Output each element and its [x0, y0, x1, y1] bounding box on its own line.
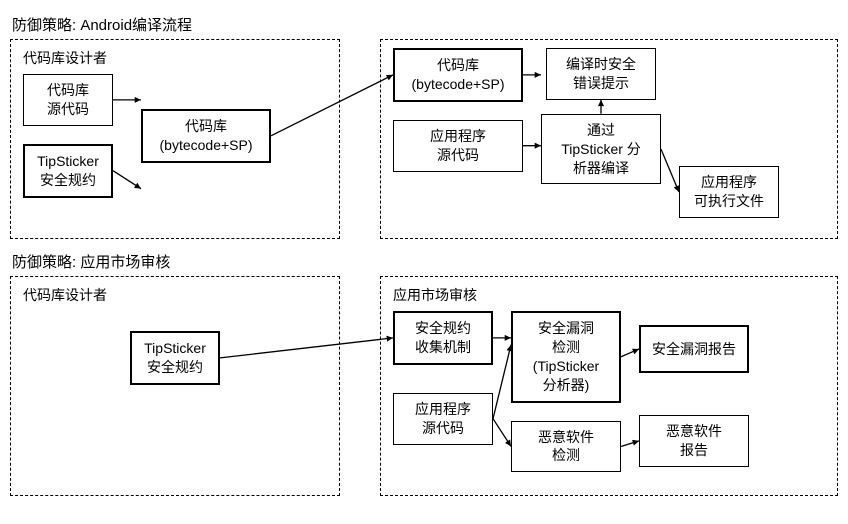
panel-label-2: 代码库设计者: [23, 285, 327, 305]
panel-code-designer-1: 代码库设计者 代码库 源代码 TipSticker 安全规约 代码库 (byte…: [10, 39, 340, 239]
panel-market-review: 应用市场审核 安全规约 收集机制 应用程序 源代码 安全漏洞 检测 (TipSt…: [380, 276, 838, 496]
box-compile-error: 编译时安全 错误提示: [546, 48, 656, 100]
box-vuln-detect: 安全漏洞 检测 (TipSticker 分析器): [511, 311, 621, 403]
box-spec-collect: 安全规约 收集机制: [393, 311, 493, 365]
box-compile-via-tipsticker: 通过 TipSticker 分 析器编译: [541, 114, 661, 185]
box-tipsticker-spec: TipSticker 安全规约: [23, 144, 113, 198]
box-vuln-report: 安全漏洞报告: [639, 325, 749, 373]
box-tipsticker-spec-2: TipSticker 安全规约: [130, 331, 220, 385]
box-app-source-2: 应用程序 源代码: [393, 393, 493, 445]
box-app-source: 应用程序 源代码: [393, 120, 523, 172]
section1-row: 代码库设计者 代码库 源代码 TipSticker 安全规约 代码库 (byte…: [10, 39, 838, 239]
panel-code-designer-2: 代码库设计者 TipSticker 安全规约: [10, 276, 340, 496]
section1-title: 防御策略: Android编译流程: [12, 14, 838, 35]
box-code-lib-bytecode-2: 代码库 (bytecode+SP): [393, 48, 523, 102]
panel-label-3: 应用市场审核: [393, 285, 825, 305]
panel-label-1: 代码库设计者: [23, 48, 327, 68]
box-code-lib-bytecode: 代码库 (bytecode+SP): [141, 109, 271, 163]
box-malware-report: 恶意软件 报告: [639, 415, 749, 467]
box-malware-detect: 恶意软件 检测: [511, 421, 621, 473]
panel-build-process: 代码库 (bytecode+SP) 应用程序 源代码 编译时安全 错误提示 通过…: [380, 39, 838, 239]
box-code-lib-source: 代码库 源代码: [23, 74, 113, 126]
section2-title: 防御策略: 应用市场审核: [12, 251, 838, 272]
section2-row: 代码库设计者 TipSticker 安全规约 应用市场审核 安全规约 收集机制 …: [10, 276, 838, 496]
box-app-executable: 应用程序 可执行文件: [679, 166, 779, 218]
